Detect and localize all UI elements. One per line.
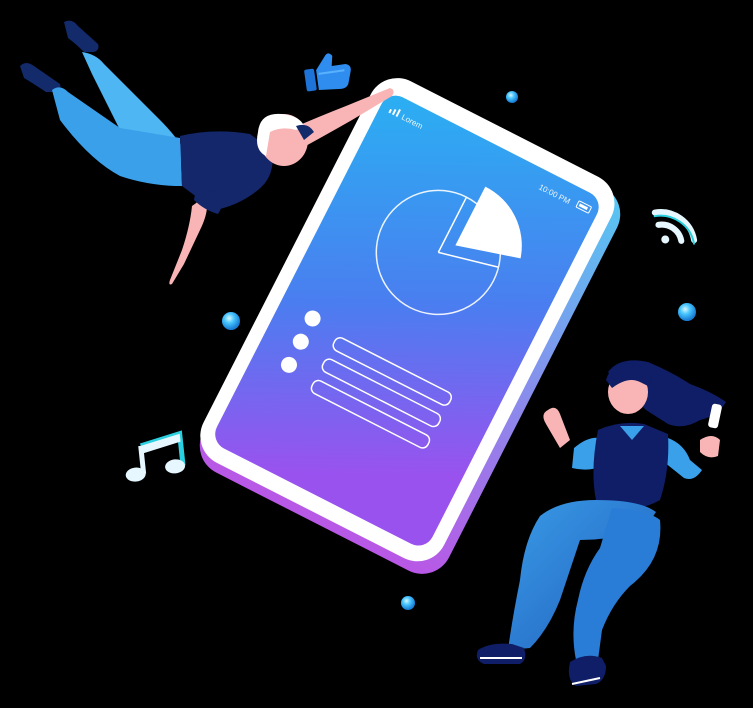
bubble xyxy=(506,91,518,103)
shoe xyxy=(64,20,99,52)
shoe xyxy=(20,63,61,92)
hand xyxy=(700,436,720,458)
music-note-icon xyxy=(125,430,186,482)
wifi-icon xyxy=(651,209,698,245)
shoe xyxy=(476,643,526,664)
bubble xyxy=(401,596,415,610)
sleeve xyxy=(664,438,702,479)
thumbs-up-icon xyxy=(304,53,351,92)
illustration-canvas: Lorem 10:00 PM xyxy=(20,20,726,686)
bubble xyxy=(222,312,240,330)
hand xyxy=(543,407,570,448)
arm xyxy=(169,196,208,285)
bubble xyxy=(678,303,696,321)
